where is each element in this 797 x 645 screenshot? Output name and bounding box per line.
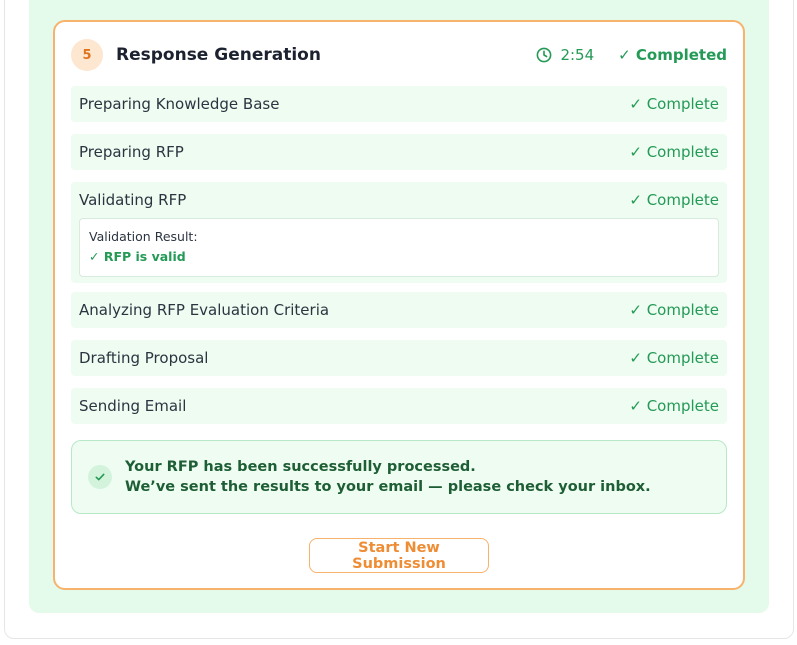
substep-label: Sending Email	[79, 397, 187, 415]
substep-status: ✓ Complete	[629, 95, 719, 113]
substep-label: Preparing Knowledge Base	[79, 95, 280, 113]
start-new-submission-button[interactable]: Start New Submission	[309, 538, 489, 573]
substep-label: Drafting Proposal	[79, 349, 209, 367]
step-header: 5 Response Generation 2:54 ✓ Completed	[71, 38, 727, 72]
step-number-badge: 5	[71, 39, 103, 71]
step-card-response-generation: 5 Response Generation 2:54 ✓ Completed P…	[53, 20, 745, 590]
validation-result-box: Validation Result: ✓ RFP is valid	[79, 218, 719, 277]
substep-analyzing-evaluation-criteria: Analyzing RFP Evaluation Criteria ✓ Comp…	[71, 292, 727, 328]
substep-status: ✓ Complete	[629, 349, 719, 367]
substep-status: ✓ Complete	[629, 301, 719, 319]
success-message: Your RFP has been successfully processed…	[71, 440, 727, 514]
success-line-1: Your RFP has been successfully processed…	[125, 459, 476, 475]
substep-validating-rfp: Validating RFP ✓ Complete Validation Res…	[71, 182, 727, 283]
substep-label: Analyzing RFP Evaluation Criteria	[79, 301, 330, 319]
substep-status: ✓ Complete	[629, 191, 719, 209]
step-title: Response Generation	[116, 45, 321, 65]
success-text: Your RFP has been successfully processed…	[125, 457, 651, 497]
step-timer: 2:54	[536, 46, 594, 64]
check-icon	[88, 465, 112, 489]
validation-result-value: ✓ RFP is valid	[89, 249, 186, 264]
substep-label: Validating RFP	[79, 191, 187, 209]
validation-result-title: Validation Result:	[89, 229, 198, 244]
clock-icon	[537, 47, 552, 63]
substep-preparing-knowledge-base: Preparing Knowledge Base ✓ Complete	[71, 86, 727, 122]
substep-sending-email: Sending Email ✓ Complete	[71, 388, 727, 424]
check-icon-glyph	[95, 473, 105, 481]
substep-preparing-rfp: Preparing RFP ✓ Complete	[71, 134, 727, 170]
substep-status: ✓ Complete	[629, 143, 719, 161]
substep-label: Preparing RFP	[79, 143, 184, 161]
success-line-2: We’ve sent the results to your email — p…	[125, 479, 651, 495]
substep-status: ✓ Complete	[629, 397, 719, 415]
step-status: ✓ Completed	[618, 46, 727, 64]
substep-drafting-proposal: Drafting Proposal ✓ Complete	[71, 340, 727, 376]
timer-value: 2:54	[560, 46, 595, 64]
